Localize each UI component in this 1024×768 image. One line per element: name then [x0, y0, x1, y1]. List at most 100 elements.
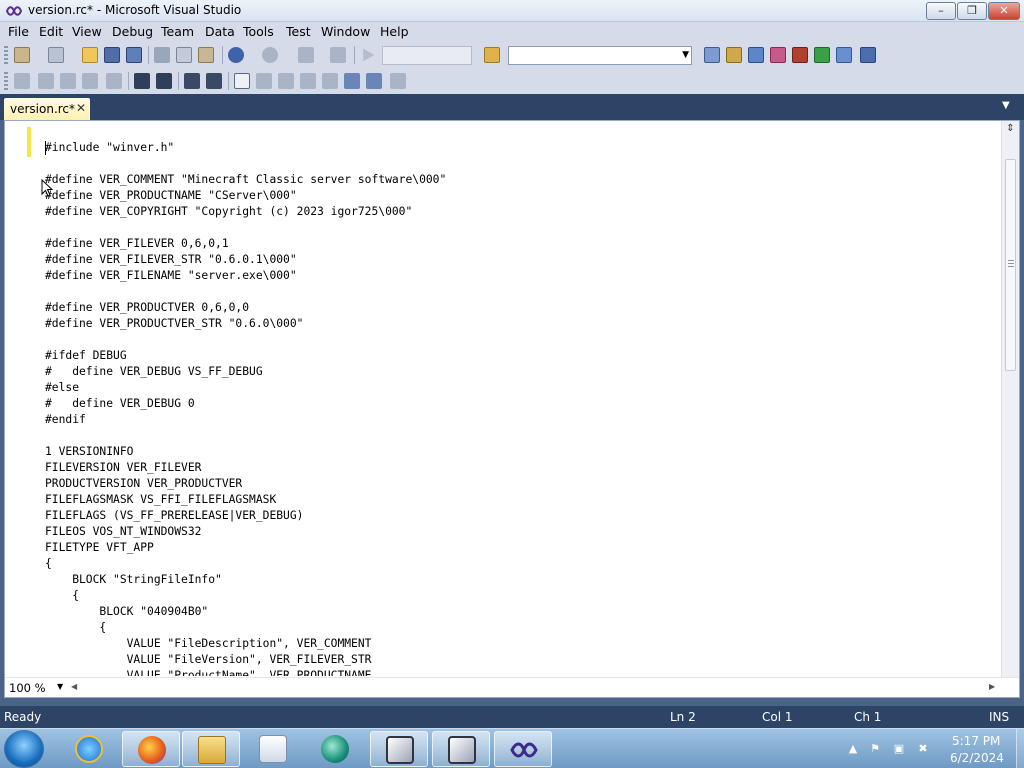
- indent-icon[interactable]: [14, 73, 30, 89]
- code-line[interactable]: {: [45, 556, 997, 572]
- comment-selection-icon[interactable]: [184, 73, 200, 89]
- redo-icon[interactable]: [262, 47, 278, 63]
- volume-muted-icon[interactable]: ✖: [916, 742, 930, 756]
- find-dropdown-arrow-icon[interactable]: ▼: [682, 47, 689, 64]
- tab-version-rc[interactable]: version.rc* ✕: [4, 98, 90, 120]
- open-file-icon[interactable]: [82, 47, 98, 63]
- code-line[interactable]: #endif: [45, 412, 997, 428]
- code-line[interactable]: #define VER_FILENAME "server.exe\000": [45, 268, 997, 284]
- code-line[interactable]: BLOCK "040904B0": [45, 604, 997, 620]
- save-icon[interactable]: [104, 47, 120, 63]
- code-line[interactable]: [45, 284, 997, 300]
- scroll-left-icon[interactable]: ◀: [71, 682, 77, 691]
- output-window-icon[interactable]: [860, 47, 876, 63]
- code-line[interactable]: {: [45, 620, 997, 636]
- minimize-button[interactable]: –: [926, 2, 956, 20]
- menu-test[interactable]: Test: [286, 24, 311, 39]
- navigate-forward-icon[interactable]: [330, 47, 346, 63]
- taskbar-internet-explorer[interactable]: [60, 731, 118, 767]
- menu-window[interactable]: Window: [321, 24, 370, 39]
- vertical-scroll-thumb[interactable]: [1005, 159, 1016, 371]
- prev-bookmark-folder-icon[interactable]: [300, 73, 316, 89]
- taskbar-firefox[interactable]: [122, 731, 180, 767]
- code-line[interactable]: # define VER_DEBUG 0: [45, 396, 997, 412]
- network-icon[interactable]: ▣: [892, 742, 906, 756]
- solution-configuration-dropdown[interactable]: [382, 46, 472, 65]
- cut-icon[interactable]: [154, 47, 170, 63]
- increase-indent-icon[interactable]: [156, 73, 172, 89]
- solution-explorer-icon[interactable]: [704, 47, 720, 63]
- maximize-button[interactable]: ❐: [957, 2, 987, 20]
- code-line[interactable]: VALUE "ProductName", VER_PRODUCTNAME: [45, 668, 997, 676]
- outdent-icon[interactable]: [38, 73, 54, 89]
- start-debugging-icon[interactable]: [363, 48, 375, 62]
- code-line[interactable]: #define VER_FILEVER 0,6,0,1: [45, 236, 997, 252]
- code-line[interactable]: [45, 220, 997, 236]
- code-line[interactable]: {: [45, 588, 997, 604]
- toolbox-icon[interactable]: [770, 47, 786, 63]
- prev-bookmark-document-icon[interactable]: [344, 73, 360, 89]
- tab-close-icon[interactable]: ✕: [76, 101, 86, 115]
- prev-bookmark-icon[interactable]: [256, 73, 272, 89]
- taskbar-visual-studio[interactable]: [494, 731, 552, 767]
- toolbar-grip[interactable]: [4, 72, 8, 90]
- menu-help[interactable]: Help: [380, 24, 409, 39]
- undo-icon[interactable]: [228, 47, 244, 63]
- toolbar-grip[interactable]: [4, 46, 8, 64]
- taskbar-media-player[interactable]: [244, 731, 302, 767]
- menu-debug[interactable]: Debug: [112, 24, 153, 39]
- zoom-level[interactable]: 100 %: [9, 681, 46, 695]
- code-line[interactable]: FILEFLAGS (VS_FF_PRERELEASE|VER_DEBUG): [45, 508, 997, 524]
- show-hidden-icons-icon[interactable]: ▲: [846, 742, 860, 756]
- zoom-dropdown-icon[interactable]: ▼: [57, 682, 63, 691]
- clock-date[interactable]: 6/2/2024: [950, 751, 1004, 765]
- taskbar-app-cube-2[interactable]: [432, 731, 490, 767]
- code-line[interactable]: #ifdef DEBUG: [45, 348, 997, 364]
- properties-icon[interactable]: [726, 47, 742, 63]
- code-line[interactable]: [45, 156, 997, 172]
- save-all-icon[interactable]: [126, 47, 142, 63]
- clock-time[interactable]: 5:17 PM: [952, 734, 1000, 748]
- code-line[interactable]: FILETYPE VFT_APP: [45, 540, 997, 556]
- start-page-icon[interactable]: [792, 47, 808, 63]
- close-button[interactable]: ✕: [988, 2, 1020, 20]
- code-line[interactable]: FILEOS VOS_NT_WINDOWS32: [45, 524, 997, 540]
- add-item-icon[interactable]: [48, 47, 64, 63]
- code-line[interactable]: 1 VERSIONINFO: [45, 444, 997, 460]
- find-in-files-icon[interactable]: [484, 47, 500, 63]
- vertical-scrollbar[interactable]: ⇕: [1001, 121, 1019, 677]
- code-line[interactable]: FILEVERSION VER_FILEVER: [45, 460, 997, 476]
- menu-edit[interactable]: Edit: [39, 24, 63, 39]
- new-project-icon[interactable]: [14, 47, 30, 63]
- uncomment-icon[interactable]: [82, 73, 98, 89]
- code-line[interactable]: PRODUCTVERSION VER_PRODUCTVER: [45, 476, 997, 492]
- clear-bookmarks-icon[interactable]: [390, 73, 406, 89]
- code-line[interactable]: #else: [45, 380, 997, 396]
- code-line[interactable]: #define VER_COPYRIGHT "Copyright (c) 202…: [45, 204, 997, 220]
- action-center-flag-icon[interactable]: ⚑: [868, 742, 882, 756]
- start-button[interactable]: [4, 730, 44, 768]
- extension-manager-icon[interactable]: [814, 47, 830, 63]
- code-line[interactable]: #define VER_COMMENT "Minecraft Classic s…: [45, 172, 997, 188]
- menu-team[interactable]: Team: [161, 24, 194, 39]
- options-icon[interactable]: [836, 47, 852, 63]
- code-line[interactable]: BLOCK "StringFileInfo": [45, 572, 997, 588]
- code-line[interactable]: #define VER_PRODUCTNAME "CServer\000": [45, 188, 997, 204]
- format-icon[interactable]: [106, 73, 122, 89]
- code-line[interactable]: VALUE "FileDescription", VER_COMMENT: [45, 636, 997, 652]
- scroll-right-icon[interactable]: ▶: [989, 682, 995, 691]
- code-line[interactable]: #include "winver.h": [45, 140, 997, 156]
- menu-file[interactable]: File: [8, 24, 29, 39]
- tab-list-dropdown-icon[interactable]: ▼: [1002, 100, 1010, 111]
- menu-tools[interactable]: Tools: [243, 24, 274, 39]
- code-line[interactable]: [45, 428, 997, 444]
- split-window-icon[interactable]: ⇕: [1004, 123, 1017, 139]
- next-bookmark-folder-icon[interactable]: [322, 73, 338, 89]
- paste-icon[interactable]: [198, 47, 214, 63]
- taskbar-file-explorer[interactable]: [182, 731, 240, 767]
- menu-view[interactable]: View: [72, 24, 102, 39]
- code-line[interactable]: #define VER_FILEVER_STR "0.6.0.1\000": [45, 252, 997, 268]
- code-line[interactable]: # define VER_DEBUG VS_FF_DEBUG: [45, 364, 997, 380]
- code-line[interactable]: [45, 332, 997, 348]
- code-line[interactable]: #define VER_PRODUCTVER 0,6,0,0: [45, 300, 997, 316]
